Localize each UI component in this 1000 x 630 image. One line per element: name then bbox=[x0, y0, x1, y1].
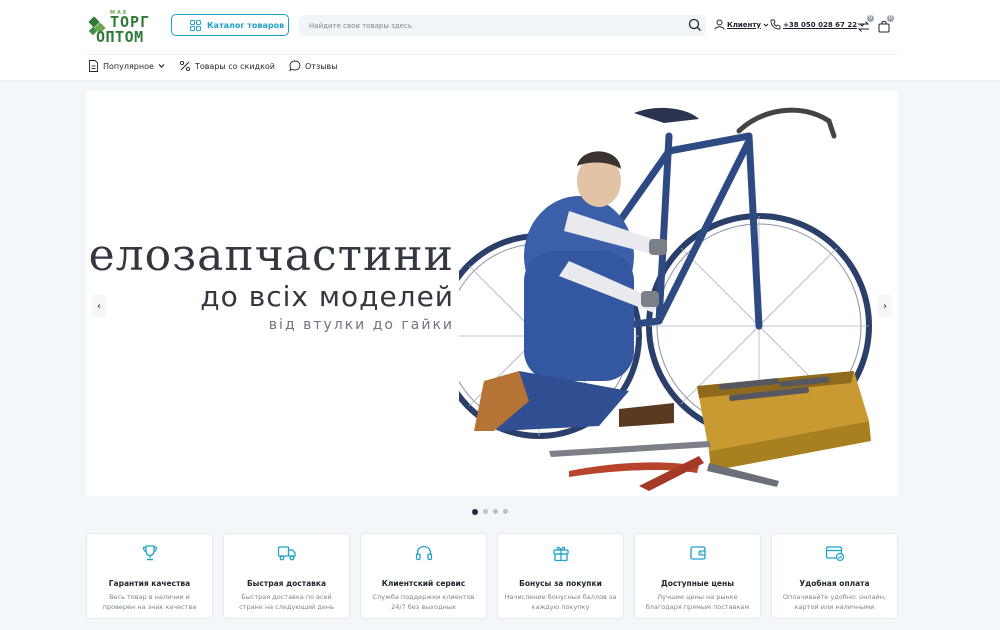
compare-arrows-icon bbox=[857, 21, 870, 32]
headphones-icon bbox=[415, 545, 432, 561]
truck-icon bbox=[277, 546, 296, 561]
feature-description: Служба поддержки клиентов 24/7 без выход… bbox=[372, 593, 475, 611]
shopping-bag-icon bbox=[878, 20, 890, 33]
site-header: МАЕ ТОРГ ОПТОМ Каталог товаров Клиенту bbox=[0, 0, 1000, 80]
main-nav: Популярное Товары со скидкой Отзывы bbox=[88, 60, 352, 72]
search-icon[interactable] bbox=[688, 18, 702, 32]
hero-tagline: від втулки до гайки bbox=[268, 317, 454, 333]
catalog-button-label: Каталог товаров bbox=[207, 20, 285, 30]
user-icon bbox=[714, 19, 725, 30]
slider-next-button[interactable]: › bbox=[878, 295, 892, 317]
feature-title: Быстрая доставка bbox=[246, 579, 327, 588]
feature-title: Клиентский сервис bbox=[381, 579, 466, 588]
cart-button[interactable]: 0 bbox=[878, 15, 894, 37]
feature-card: Доступные цены Лучшие цены на рынке благ… bbox=[634, 533, 761, 619]
nav-item-popular[interactable]: Популярное bbox=[88, 60, 165, 72]
trophy-icon bbox=[142, 545, 157, 561]
cart-count-badge: 0 bbox=[887, 15, 894, 22]
feature-description: Быстрая доставка по всей стране на следу… bbox=[239, 593, 334, 611]
phone-number: +38 050 028 67 22 bbox=[783, 20, 858, 29]
hero-subtitle: до всіх моделей bbox=[200, 280, 454, 313]
hero-title: Велозапчастини bbox=[86, 230, 454, 281]
feature-card: Удобная оплата Оплачивайте удобно: онлай… bbox=[771, 533, 898, 619]
card-icon bbox=[825, 546, 844, 562]
hero-slider: Велозапчастини до всіх моделей від втулк… bbox=[86, 91, 898, 496]
compare-button[interactable]: 0 bbox=[857, 15, 874, 37]
percent-icon bbox=[179, 60, 190, 72]
client-menu-label: Клиенту bbox=[727, 20, 761, 29]
features-row: Гарантия качества Весь товар в наличии и… bbox=[86, 533, 898, 619]
hero-illustration bbox=[459, 107, 872, 491]
feature-title: Бонусы за покупки bbox=[519, 579, 602, 588]
wallet-icon bbox=[689, 546, 706, 560]
slider-dot[interactable] bbox=[472, 508, 478, 515]
hero-text: Велозапчастини до всіх моделей від втулк… bbox=[86, 232, 454, 336]
feature-description: Лучшие цены на рынке благодаря прямым по… bbox=[645, 593, 750, 611]
feature-title: Удобная оплата bbox=[799, 579, 870, 588]
feature-title: Доступные цены bbox=[661, 579, 734, 588]
feature-title: Гарантия качества bbox=[108, 579, 191, 588]
grid-icon bbox=[190, 19, 201, 31]
chat-icon bbox=[289, 60, 301, 72]
document-icon bbox=[89, 60, 98, 72]
feature-card: Быстрая доставка Быстрая доставка по все… bbox=[223, 533, 350, 619]
chevron-down-icon bbox=[158, 64, 165, 68]
search-input[interactable] bbox=[299, 15, 679, 36]
feature-card: Клиентский сервис Служба поддержки клиен… bbox=[360, 533, 487, 619]
phone-menu[interactable]: +38 050 028 67 22 bbox=[770, 19, 865, 30]
slider-dot[interactable] bbox=[493, 509, 498, 514]
gift-icon bbox=[552, 546, 569, 562]
feature-description: Весь товар в наличии и проверен на знак … bbox=[102, 593, 197, 611]
nav-item-discounts[interactable]: Товары со скидкой bbox=[179, 60, 275, 72]
slider-dots bbox=[472, 508, 508, 515]
slider-dot[interactable] bbox=[503, 509, 508, 514]
logo-line2: ОПТОМ bbox=[96, 28, 144, 46]
client-menu[interactable]: Клиенту bbox=[714, 19, 769, 30]
nav-item-reviews[interactable]: Отзывы bbox=[289, 60, 338, 72]
nav-item-label: Отзывы bbox=[305, 61, 338, 71]
search-bar bbox=[299, 15, 706, 36]
chevron-down-icon bbox=[763, 23, 769, 27]
catalog-button[interactable]: Каталог товаров bbox=[171, 14, 289, 36]
slider-prev-button[interactable]: ‹ bbox=[92, 295, 106, 317]
phone-icon bbox=[770, 19, 781, 30]
compare-count-badge: 0 bbox=[867, 15, 874, 22]
nav-item-label: Товары со скидкой bbox=[194, 61, 275, 71]
site-logo[interactable]: МАЕ ТОРГ ОПТОМ bbox=[88, 10, 162, 46]
feature-description: Начисление бонусных баллов за каждую пок… bbox=[504, 593, 617, 611]
feature-card: Гарантия качества Весь товар в наличии и… bbox=[86, 533, 213, 619]
feature-card: Бонусы за покупки Начисление бонусных ба… bbox=[497, 533, 624, 619]
feature-description: Оплачивайте удобно: онлайн, картой или н… bbox=[782, 593, 887, 611]
header-divider bbox=[86, 54, 898, 55]
slider-dot[interactable] bbox=[483, 509, 488, 514]
nav-item-label: Популярное bbox=[103, 61, 154, 71]
